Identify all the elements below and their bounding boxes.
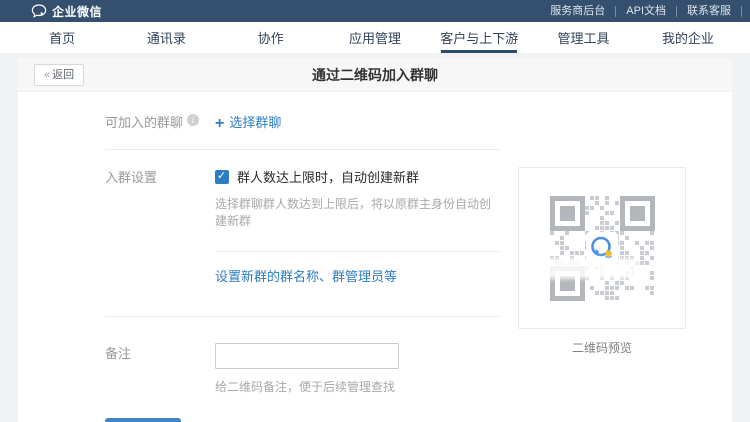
qr-preview-caption: 二维码预览 [518,339,686,356]
tab-label: 客户与上下游 [440,28,518,47]
chat-bubble-logo-icon [31,4,47,18]
primary-nav: 首页 通讯录 协作 应用管理 客户与上下游 管理工具 我的企业 [0,22,750,53]
card-body: 可加入的群聊 i +选择群聊 入群设置 群人数达上限时， [18,92,732,421]
remark-input[interactable] [215,343,399,369]
row-remark: 备注 给二维码备注，便于后续管理查找 [105,317,500,395]
auto-create-option: 群人数达上限时，自动创建新群 [215,167,500,186]
select-group-link[interactable]: + 选择群聊 [215,115,281,130]
page-title: 通过二维码加入群聊 [18,58,732,92]
wecom-logo[interactable]: 企业微信 [31,3,102,20]
form-column: 可加入的群聊 i +选择群聊 入群设置 群人数达上限时， [105,92,500,422]
tab-contacts[interactable]: 通讯录 [114,22,218,53]
top-bar: 企业微信 服务商后台 API文档 联系客服 [0,0,750,22]
tab-home[interactable]: 首页 [10,22,114,53]
remark-helper-text: 给二维码备注，便于后续管理查找 [215,378,399,395]
join-settings-label-wrap: 入群设置 [105,167,215,316]
remark-control: 给二维码备注，便于后续管理查找 [215,343,399,395]
link-api-docs[interactable]: API文档 [616,6,677,17]
auto-create-checkbox-label[interactable]: 群人数达上限时，自动创建新群 [237,167,419,186]
tab-label: 应用管理 [349,28,401,47]
select-group-link-label: 选择群聊 [229,115,281,130]
qr-preview-box [518,167,686,329]
create-button[interactable]: 创建 [105,418,181,422]
info-icon[interactable]: i [187,114,199,126]
tab-my-enterprise[interactable]: 我的企业 [636,22,740,53]
logo-text: 企业微信 [52,3,102,20]
joinable-groups-label-wrap: 可加入的群聊 i [105,112,215,133]
wecom-admin-page: 企业微信 服务商后台 API文档 联系客服 首页 通讯录 协作 应用管理 客户与… [0,0,750,422]
remark-label: 备注 [105,343,131,362]
new-group-settings-link[interactable]: 设置新群的群名称、群管理员等 [215,269,397,284]
back-button[interactable]: «返回 [34,64,84,86]
joinable-groups-label: 可加入的群聊 [105,112,183,131]
tab-label: 通讯录 [147,28,186,47]
auto-create-checkbox[interactable] [215,170,229,184]
link-contact-support[interactable]: 联系客服 [677,6,742,17]
qr-watermark-blur [545,258,639,279]
join-settings-control: 群人数达上限时，自动创建新群 选择群聊群人数达到上限后，将以原群主身份自动创建新… [215,167,500,316]
row-joinable-groups: 可加入的群聊 i + 选择群聊 [105,92,500,150]
auto-create-helper-text: 选择群聊群人数达到上限后，将以原群主身份自动创建新群 [215,195,500,229]
tab-label: 管理工具 [558,28,610,47]
plus-icon: + [215,115,224,132]
back-label: 返回 [52,69,74,81]
tab-app-management[interactable]: 应用管理 [323,22,427,53]
content-card: «返回 通过二维码加入群聊 可加入的群聊 i + 选择群聊 [18,58,732,422]
tab-management-tools[interactable]: 管理工具 [531,22,635,53]
back-chevron-icon: « [44,69,50,81]
top-links: 服务商后台 API文档 联系客服 [540,6,742,17]
new-group-settings-row: 设置新群的群名称、群管理员等 [215,252,500,316]
link-service-provider-console[interactable]: 服务商后台 [540,6,616,17]
joinable-groups-control: + 选择群聊 [215,112,281,133]
tab-label: 我的企业 [662,28,714,47]
tab-label: 协作 [258,28,284,47]
remark-label-wrap: 备注 [105,343,215,395]
tab-collaboration[interactable]: 协作 [219,22,323,53]
card-header: «返回 通过二维码加入群聊 [18,58,732,92]
tab-customers-updownstream[interactable]: 客户与上下游 [427,22,531,53]
active-tab-underline [441,50,517,53]
join-settings-label: 入群设置 [105,167,157,186]
section-join-settings: 入群设置 群人数达上限时，自动创建新群 选择群聊群人数达到上限后，将以原群主身份… [105,150,500,317]
tab-label: 首页 [49,28,75,47]
